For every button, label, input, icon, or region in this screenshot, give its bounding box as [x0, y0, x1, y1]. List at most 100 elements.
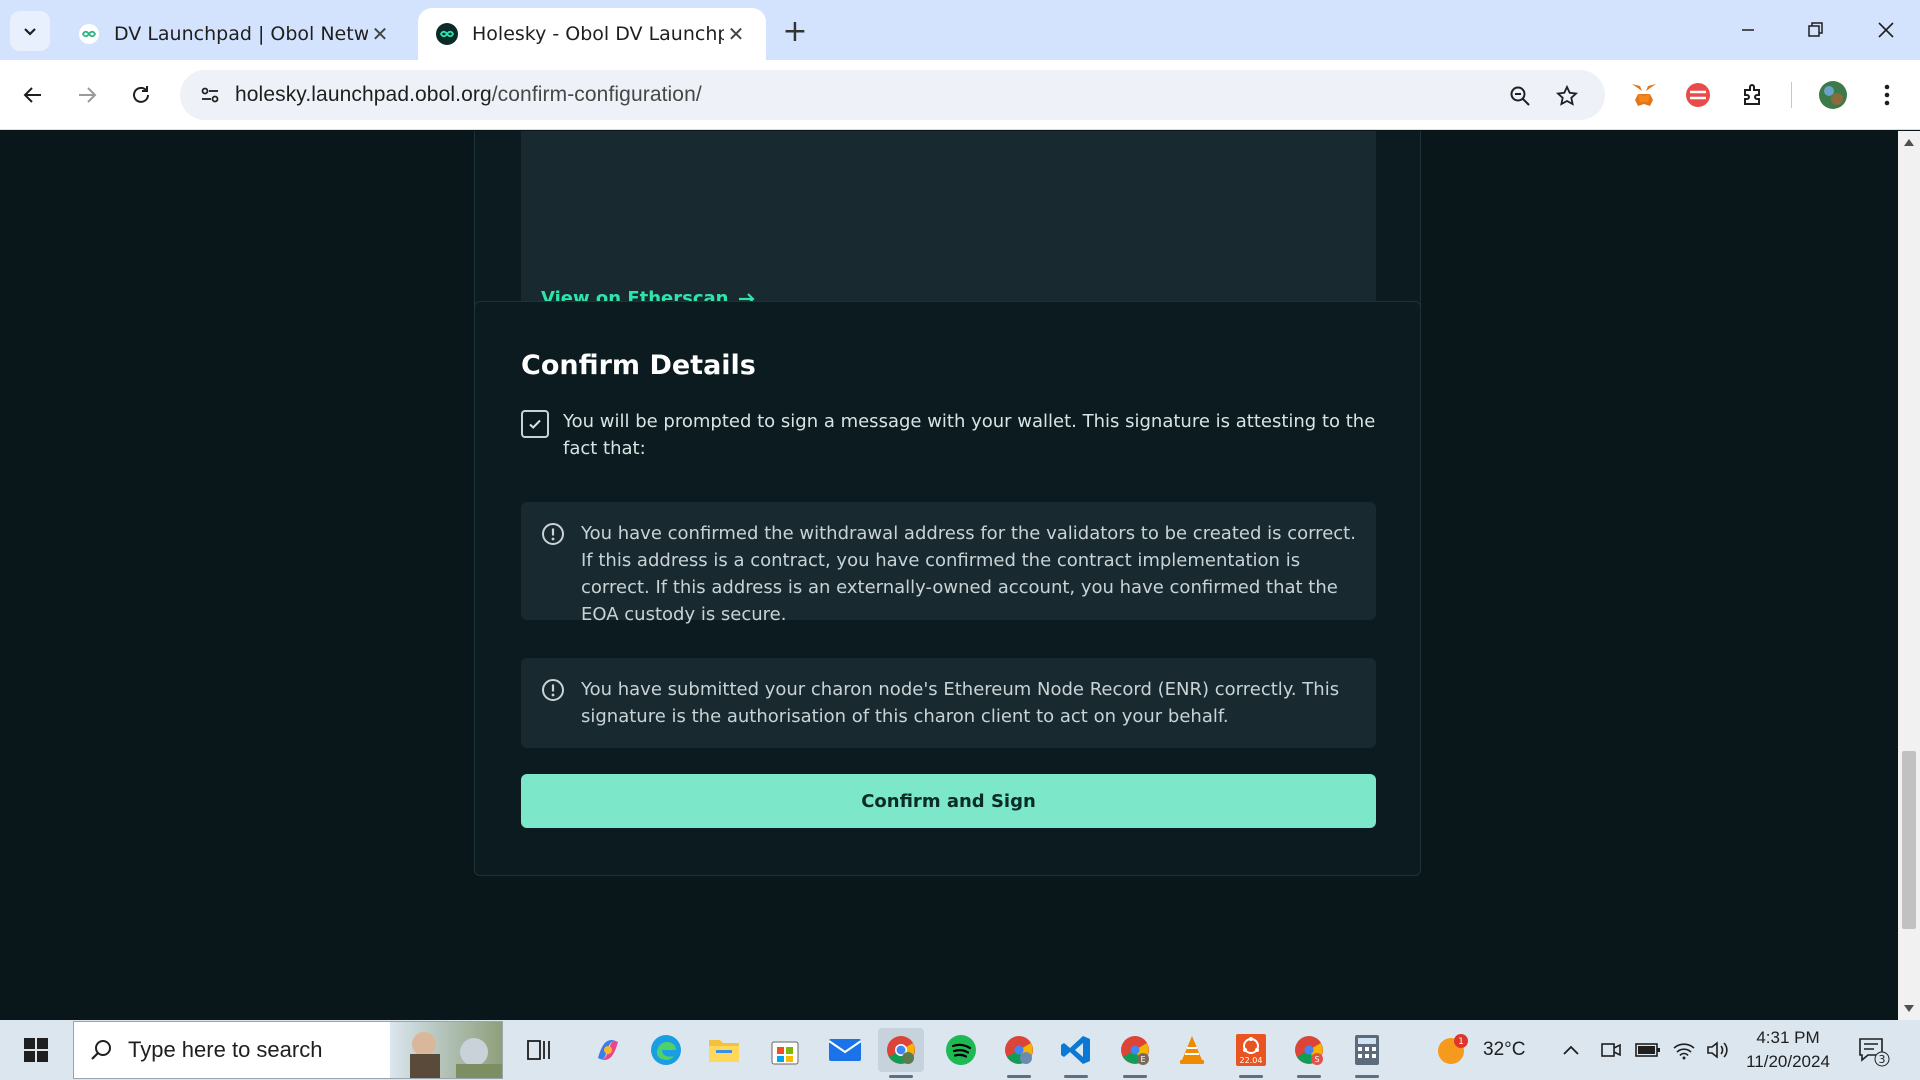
weather-widget[interactable]: 1 32°C [1435, 1020, 1525, 1080]
url-host: holesky.launchpad.obol.org [235, 83, 492, 106]
toolbar-divider [1791, 82, 1792, 108]
microsoft-store-app[interactable] [762, 1028, 808, 1072]
meet-now-icon[interactable] [1600, 1020, 1622, 1080]
taskbar-clock[interactable]: 4:31 PM 11/20/2024 [1738, 1026, 1838, 1074]
tab-title: DV Launchpad | Obol Network [114, 23, 368, 45]
confirm-details-card: Confirm Details You will be prompted to … [474, 301, 1421, 876]
notification-center-button[interactable]: 3 [1856, 1020, 1890, 1080]
ubuntu-app[interactable]: 22.04 [1228, 1028, 1274, 1078]
clock-date: 11/20/2024 [1746, 1052, 1830, 1071]
task-view-button[interactable] [516, 1028, 562, 1072]
url-path: /confirm-configuration/ [491, 83, 702, 106]
active-indicator [889, 1075, 913, 1078]
checkbox-label: You will be prompted to sign a message w… [563, 411, 1376, 459]
chrome-e-badge: E [1140, 1055, 1145, 1064]
edge-app[interactable] [643, 1028, 689, 1072]
page-scrollbar[interactable] [1898, 131, 1920, 1020]
chrome-icon [887, 1036, 915, 1064]
browser-toolbar: holesky.launchpad.obol.org/confirm-confi… [0, 60, 1920, 130]
chrome-e-app[interactable]: E [1112, 1028, 1158, 1078]
reload-button[interactable] [120, 74, 162, 116]
battery-icon[interactable] [1635, 1020, 1661, 1080]
spotify-app[interactable] [938, 1028, 984, 1072]
site-info-icon[interactable] [194, 79, 226, 111]
confirm-and-sign-button[interactable]: Confirm and Sign [521, 774, 1376, 828]
obol-favicon-icon [436, 23, 458, 45]
mail-app[interactable] [822, 1028, 868, 1072]
new-tab-button[interactable]: + [778, 14, 812, 49]
volume-icon[interactable] [1706, 1020, 1730, 1080]
start-button[interactable] [14, 1032, 58, 1068]
tab-holesky-launchpad[interactable]: Holesky - Obol DV Launchpad ✕ [418, 8, 766, 60]
file-explorer-app[interactable] [701, 1028, 747, 1072]
chrome-profile-app[interactable] [996, 1028, 1042, 1078]
confirm-checkbox[interactable] [521, 410, 549, 438]
chrome-s-app[interactable]: S [1286, 1028, 1332, 1078]
confirm-details-title: Confirm Details [521, 350, 756, 381]
chrome-icon [1005, 1036, 1033, 1064]
tab-title: Holesky - Obol DV Launchpad [472, 23, 724, 45]
restore-button[interactable] [1792, 10, 1840, 50]
taskbar-search-box[interactable]: Type here to search [73, 1021, 503, 1079]
running-indicator [1123, 1075, 1147, 1078]
close-tab-icon[interactable]: ✕ [724, 22, 748, 46]
notification-icon: 3 [1859, 1038, 1890, 1067]
running-indicator [1239, 1075, 1263, 1078]
ubuntu-icon: 22.04 [1236, 1034, 1266, 1066]
check-icon [529, 419, 541, 429]
close-tab-icon[interactable]: ✕ [368, 22, 392, 46]
running-indicator [1297, 1075, 1321, 1078]
enr-notice: You have submitted your charon node's Et… [521, 658, 1376, 748]
close-window-button[interactable] [1862, 10, 1910, 50]
chevron-up-icon [1563, 1045, 1579, 1055]
weather-temperature: 32°C [1483, 1039, 1526, 1060]
zoom-icon[interactable] [1505, 81, 1535, 111]
running-indicator [1007, 1075, 1031, 1078]
restore-icon [1808, 22, 1823, 37]
chrome-icon: E [1121, 1036, 1149, 1065]
reload-icon [133, 86, 149, 103]
tab-search-button[interactable] [10, 11, 50, 51]
ubuntu-version-badge: 22.04 [1240, 1056, 1263, 1065]
tab-dv-launchpad[interactable]: DV Launchpad | Obol Network ✕ [60, 8, 410, 60]
notification-count: 3 [1879, 1053, 1886, 1066]
metamask-extension-icon[interactable] [1627, 78, 1661, 112]
chrome-app-active[interactable] [878, 1028, 924, 1078]
arrow-left-icon [23, 87, 41, 103]
minimize-button[interactable] [1724, 10, 1772, 50]
vlc-app[interactable] [1169, 1028, 1215, 1072]
extensions-puzzle-icon[interactable] [1736, 78, 1770, 112]
chrome-icon: S [1295, 1036, 1323, 1065]
profile-avatar[interactable] [1816, 78, 1850, 112]
clock-time: 4:31 PM [1756, 1028, 1820, 1047]
withdrawal-notice-text: You have confirmed the withdrawal addres… [581, 523, 1356, 625]
address-bar[interactable]: holesky.launchpad.obol.org/confirm-confi… [180, 70, 1605, 120]
weather-badge: 1 [1458, 1037, 1464, 1047]
chevron-down-icon [24, 28, 36, 36]
wifi-icon[interactable] [1672, 1020, 1696, 1080]
back-button[interactable] [12, 74, 54, 116]
confirm-checkbox-row[interactable]: You will be prompted to sign a message w… [521, 408, 1376, 462]
vscode-app[interactable] [1053, 1028, 1099, 1078]
calculator-app[interactable] [1344, 1028, 1390, 1078]
vlc-icon [1180, 1036, 1204, 1064]
scrollbar-thumb[interactable] [1902, 751, 1916, 929]
running-indicator [1355, 1075, 1379, 1078]
windows-logo-icon [24, 1038, 48, 1062]
enr-notice-text: You have submitted your charon node's Et… [581, 679, 1340, 727]
info-icon [542, 523, 564, 545]
edge-icon [651, 1035, 681, 1065]
show-hidden-icons[interactable] [1562, 1020, 1580, 1080]
red-extension-icon[interactable] [1681, 78, 1715, 112]
copilot-app[interactable] [585, 1028, 631, 1072]
chrome-menu-icon[interactable] [1870, 78, 1904, 112]
folder-icon [709, 1040, 739, 1062]
url-text: holesky.launchpad.obol.org/confirm-confi… [235, 83, 702, 107]
bookmark-star-icon[interactable] [1552, 81, 1582, 111]
windows-taskbar: Type here to search E 22.04 S 1 32°C 4:3… [0, 1020, 1920, 1080]
minimize-icon [1742, 29, 1754, 31]
chrome-s-badge: S [1314, 1055, 1319, 1064]
scroll-down-icon[interactable] [1904, 1005, 1914, 1012]
scroll-up-icon[interactable] [1904, 139, 1914, 146]
forward-button[interactable] [66, 74, 108, 116]
